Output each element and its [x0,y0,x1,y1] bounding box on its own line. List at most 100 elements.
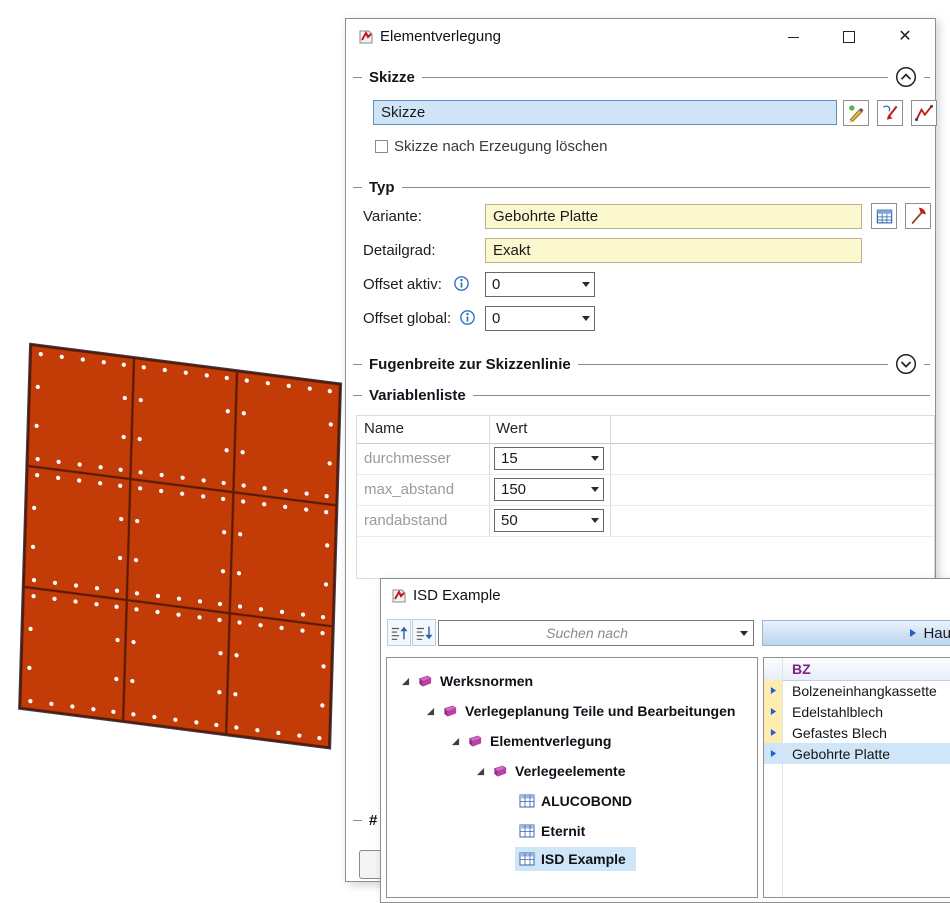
section-typ: Typ [353,176,930,198]
play-arrow-icon [909,628,917,638]
bz-row-label: Gefastes Blech [792,722,887,743]
offset-global-label: Offset global: [363,310,451,327]
tree-expand-all-button[interactable] [387,619,411,646]
book-icon [441,704,459,719]
book-icon [491,764,509,779]
catalog-header-bar[interactable]: Hau [762,620,950,646]
tree-expander-icon[interactable] [426,707,435,716]
row-arrow-icon [764,701,782,722]
tree-collapse-all-button[interactable] [412,619,436,646]
column-header-name: Name [364,420,404,437]
offset-aktiv-value: 0 [486,273,578,296]
variable-value-dropdown[interactable]: 50 [494,509,604,532]
offset-aktiv-label: Offset aktiv: [363,276,442,293]
table-row[interactable]: durchmesser 15 [357,443,934,475]
info-icon [460,310,475,325]
chevron-down-icon [587,510,603,531]
variable-value-dropdown[interactable]: 15 [494,447,604,470]
bz-column-header: BZ [792,661,811,677]
dialog-title: ISD Example [413,579,501,613]
variante-label: Variante: [363,208,422,225]
tree-item-label: ALUCOBOND [541,793,632,809]
variable-value: 50 [495,510,587,531]
column-header-wert: Wert [496,420,527,437]
sketch-derive-button[interactable] [877,100,903,126]
tree-item-werksnormen[interactable]: Werksnormen [387,666,757,696]
sketch-edit-button[interactable] [843,100,869,126]
delete-sketch-label: Skizze nach Erzeugung löschen [394,138,607,155]
titlebar[interactable]: ISD Example [381,579,950,613]
close-button[interactable]: ✕ [877,19,933,55]
section-skizze-label: Skizze [369,69,415,86]
bz-row-bolzeneinhangkassette[interactable]: Bolzeneinhangkassette [764,680,950,701]
tree-item-label: ISD Example [541,851,626,867]
bz-row-gebohrte-platte[interactable]: Gebohrte Platte [764,743,950,764]
search-placeholder: Suchen nach [439,625,735,641]
collapse-section-button[interactable] [895,66,917,88]
bz-table: BZ Bolzeneinhangkassette Edelstahlblech … [763,657,950,898]
tree-expander-icon[interactable] [451,737,460,746]
detailgrad-input[interactable]: Exakt [485,238,862,263]
tree-item-elementverlegung[interactable]: Elementverlegung [387,726,757,756]
bz-table-header[interactable]: BZ [764,658,950,681]
minimize-icon [788,37,799,38]
catalog-table-icon [875,207,894,226]
titlebar[interactable]: Elementverlegung ✕ [346,19,935,55]
tree-expander-icon[interactable] [401,677,410,686]
delete-sketch-checkbox[interactable] [375,140,388,153]
isd-example-dialog: ISD Example Suchen nach Hau [380,578,950,903]
skizze-input[interactable]: Skizze [373,100,837,125]
tree-expander-icon[interactable] [476,767,485,776]
minimize-button[interactable] [765,19,821,55]
app-icon [358,29,374,45]
maximize-button[interactable] [821,19,877,55]
tree-item-verlegeelemente[interactable]: Verlegeelemente [387,756,757,786]
offset-global-dropdown[interactable]: 0 [485,306,595,331]
search-input[interactable]: Suchen nach [438,620,754,646]
sketch-polyline-button[interactable] [911,100,937,126]
section-fugenbreite-label: Fugenbreite zur Skizzenlinie [369,356,571,373]
bz-row-label: Edelstahlblech [792,701,883,722]
tree-item-eternit[interactable]: Eternit [387,816,757,846]
tree-item-label: Verlegeelemente [515,763,626,779]
tree-item-isd-example[interactable]: ISD Example [387,844,757,874]
expand-section-button[interactable] [895,353,917,375]
row-arrow-icon [764,722,782,743]
tree-selection-highlight: ISD Example [515,847,636,871]
variables-table: Name Wert durchmesser 15 max_abstand 150… [356,415,935,579]
table-icon [519,824,535,838]
variable-value-dropdown[interactable]: 150 [494,478,604,501]
collapse-all-icon [415,624,433,642]
app-icon [391,588,407,604]
close-icon: ✕ [898,29,911,45]
model-viewport[interactable] [6,336,350,766]
info-icon [454,276,469,291]
detailgrad-label: Detailgrad: [363,242,436,259]
dialog-title: Elementverlegung [380,19,501,55]
table-row[interactable]: max_abstand 150 [357,474,934,506]
variable-value: 15 [495,448,587,469]
red-axe-icon [908,206,928,226]
tree-item-label: Eternit [541,823,585,839]
tree-item-alucobond[interactable]: ALUCOBOND [387,786,757,816]
variable-value: 150 [495,479,587,500]
variante-input[interactable]: Gebohrte Platte [485,204,862,229]
section-variablenliste: Variablenliste [353,384,930,406]
chevron-down-icon [587,448,603,469]
chevron-down-icon [735,621,753,645]
section-fugenbreite: Fugenbreite zur Skizzenlinie [353,353,930,375]
tree-item-label: Verlegeplanung Teile und Bearbeitungen [465,703,735,719]
bz-row-gefastes-blech[interactable]: Gefastes Blech [764,722,950,743]
variable-name: randabstand [364,512,447,529]
variante-catalog-button[interactable] [871,203,897,229]
row-arrow-icon [764,743,782,764]
tree-item-verlegeplanung[interactable]: Verlegeplanung Teile und Bearbeitungen [387,696,757,726]
skizze-input-value: Skizze [381,104,425,121]
bz-row-edelstahlblech[interactable]: Edelstahlblech [764,701,950,722]
offset-aktiv-dropdown[interactable]: 0 [485,272,595,297]
table-row[interactable]: randabstand 50 [357,505,934,537]
chevron-down-icon [578,307,594,330]
maximize-icon [843,31,855,43]
variante-remove-button[interactable] [905,203,931,229]
section-skizze: Skizze [353,66,930,88]
